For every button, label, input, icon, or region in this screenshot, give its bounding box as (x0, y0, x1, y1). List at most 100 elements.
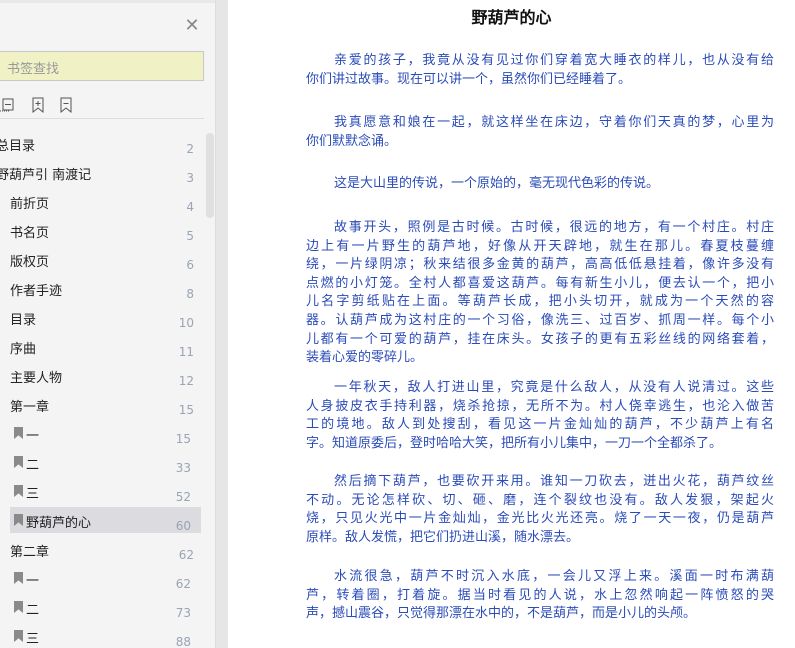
document-page: 野葫芦的心 亲爱的孩子，我竟从没有见过你们穿着宽大睡衣的样儿，也从没有给你们讲过… (228, 0, 795, 648)
bookmark-label: 一 (26, 574, 40, 589)
bookmark-label: 总目录 (0, 139, 36, 154)
bookmark-icon (14, 427, 23, 439)
bookmark-icon (14, 601, 23, 613)
text-line: 我真愿意和娘在一起，就这样坐在床边，守着你们天真的梦，心里为 (334, 115, 774, 130)
divider (0, 0, 215, 3)
bookmark-page-number: 52 (175, 490, 191, 504)
bookmark-item[interactable]: 序曲 11 (0, 333, 204, 359)
bookmark-label: 书名页 (10, 226, 50, 241)
bookmark-label: 一 (26, 429, 40, 444)
paragraph: 水流很急，葫芦不时沉入水底，一会儿又浮上来。溪面一时布满葫芦，转着圈，打着旋。据… (306, 568, 774, 624)
bookmark-item[interactable]: 主要人物 12 (0, 362, 204, 388)
bookmark-page-number: 10 (178, 316, 194, 330)
bookmark-label: 第二章 (10, 545, 50, 560)
bookmark-item[interactable]: 第二章 62 (0, 536, 204, 562)
bookmark-page-number: 12 (178, 374, 194, 388)
bookmark-item[interactable]: 作者手迹 8 (0, 275, 204, 301)
bookmark-label: 序曲 (10, 342, 37, 357)
bookmark-item[interactable]: 一 62 (10, 565, 201, 591)
text-line: 不动。无论怎样砍、切、砸、磨，连个裂纹也没有。敌人发狠，架起火 (306, 492, 774, 508)
text-line: 芦，转着圈，打着旋。据当时看见的人说，水上忽然响起一阵愤怒的哭 (306, 587, 774, 603)
page-title: 野葫芦的心 (471, 8, 552, 27)
add-bookmark-icon[interactable] (31, 97, 45, 113)
paragraph: 亲爱的孩子，我竟从没有见过你们穿着宽大睡衣的样儿，也从没有给你们讲过故事。现在可… (306, 52, 774, 89)
bookmark-page-number: 2 (186, 142, 194, 156)
bookmark-page-number: 62 (175, 577, 191, 591)
bookmark-page-number: 11 (178, 345, 194, 359)
bookmark-page-number: 62 (178, 548, 194, 562)
bookmark-label: 二 (26, 458, 40, 473)
text-line: 边上有一片野生的葫芦地，好像从开天辟地，就生在那儿。春夏枝蔓缠 (306, 238, 774, 254)
bookmark-item[interactable]: 二 33 (10, 449, 201, 475)
bookmark-label: 第一章 (10, 400, 50, 415)
bookmark-item[interactable]: 一 15 (10, 420, 201, 446)
bookmark-page-number: 15 (178, 403, 194, 417)
bookmark-search-input[interactable]: 书签查找 (0, 51, 204, 81)
bookmark-item[interactable]: 书名页 5 (0, 217, 204, 243)
bookmark-page-number: 5 (186, 229, 194, 243)
bookmark-item[interactable]: 第一章 15 (0, 391, 204, 417)
bookmark-icon (14, 630, 23, 642)
bookmark-label: 主要人物 (10, 371, 63, 386)
bookmark-item[interactable]: 三 88 (10, 623, 201, 648)
text-line: 水流很急，葫芦不时沉入水底，一会儿又浮上来。溪面一时布满葫 (334, 569, 774, 584)
bookmark-icon (14, 456, 23, 468)
bookmark-label: 目录 (10, 313, 37, 328)
text-line: 原样。敌人发慌，把它们扔进山溪，随水漂去。 (306, 529, 580, 545)
bookmark-page-number: 4 (186, 200, 194, 214)
bookmark-label: 野葫芦的心 (26, 516, 92, 531)
bookmark-label: 前折页 (10, 197, 50, 212)
close-icon[interactable]: ✕ (184, 17, 200, 35)
bookmark-toolbar (0, 95, 204, 119)
text-line: 一年秋天，敌人打进山里，究竟是什么敌人，从没有人说清过。这些 (334, 380, 774, 395)
bookmark-page-number: 3 (186, 171, 194, 185)
text-line: 装着心爱的零碎儿。 (306, 350, 424, 366)
bookmark-label: 三 (26, 632, 40, 647)
sidebar-scrollbar[interactable] (206, 133, 214, 218)
text-line: 器。认葫芦成为这村庄的一个习俗，像洗三、过百岁、抓周一样。每个小 (306, 312, 774, 328)
text-line: 你们讲过故事。现在可以讲一个，虽然你们已经睡着了。 (306, 71, 632, 87)
collapse-all-icon[interactable] (0, 97, 14, 113)
bookmark-item[interactable]: 目录 10 (0, 304, 204, 330)
bookmark-label: 野葫芦引 南渡记 (0, 168, 92, 183)
bookmark-page-number: 6 (186, 258, 194, 272)
bookmark-icon (14, 514, 23, 526)
text-line: 你们默默念诵。 (306, 133, 398, 149)
bookmark-item[interactable]: 二 73 (10, 594, 201, 620)
text-line: 工的境地。敌人到处搜刮，看见这一片金灿灿的葫芦，不少葫芦上有名 (306, 417, 774, 433)
text-line: 然后摘下葫芦，也要砍开来用。谁知一刀砍去，迸出火花，葫芦纹丝 (334, 474, 774, 489)
bookmark-icon (14, 572, 23, 584)
bookmark-item[interactable]: 前折页 4 (0, 188, 204, 214)
bookmark-item[interactable]: 野葫芦引 南渡记 3 (0, 159, 204, 185)
text-line: 烧，只见火光中一片金灿灿，金光比火光还亮。烧了一天一夜，仍是葫芦 (306, 511, 774, 527)
text-line: 儿名字剪纸贴在上面。等葫芦长成，把小头切开，就成为一个天然的容 (306, 294, 774, 310)
bookmark-page-number: 88 (175, 635, 191, 648)
paragraph: 我真愿意和娘在一起，就这样坐在床边，守着你们天真的梦，心里为你们默默念诵。 (306, 114, 774, 151)
remove-bookmark-icon[interactable] (59, 97, 73, 113)
text-line: 亲爱的孩子，我竟从没有见过你们穿着宽大睡衣的样儿，也从没有给 (334, 53, 774, 68)
bookmark-sidebar: ✕ 书签查找 总目录 2 野葫芦引 南渡记 3 前折页 4 书名页 5 版权页 6 作者手迹 8 目录 1… (0, 0, 216, 648)
text-line: 字。知道原委后，登时哈哈大笑，把所有小儿集中，一刀一个全都杀了。 (306, 435, 723, 451)
paragraph: 然后摘下葫芦，也要砍开来用。谁知一刀砍去，迸出火花，葫芦纹丝不动。无论怎样砍、切… (306, 473, 774, 547)
paragraph: 一年秋天，敌人打进山里，究竟是什么敌人，从没有人说清过。这些人身披皮衣手持利器，… (306, 379, 774, 453)
bookmark-label: 版权页 (10, 255, 50, 270)
text-line: 绕，一片绿阴凉；秋来结很多金黄的葫芦，高高低低悬挂着，像许多没有 (306, 257, 774, 273)
bookmark-page-number: 15 (175, 432, 191, 446)
bookmark-page-number: 8 (186, 287, 194, 301)
text-line: 声，撼山震谷，只觉得那漂在水中的，不是葫芦，而是小儿的头颅。 (306, 606, 697, 622)
text-line: 故事开头，照例是古时候。古时候，很远的地方，有一个村庄。村庄 (334, 220, 774, 235)
bookmark-item[interactable]: 三 52 (10, 478, 201, 504)
bookmark-item[interactable]: 版权页 6 (0, 246, 204, 272)
text-line: 这是大山里的传说，一个原始的，毫无现代色彩的传说。 (334, 176, 660, 191)
text-line: 人身披皮衣手持利器，烧杀抢掠，无所不为。村人侥幸逃生，也沦入做苦 (306, 398, 774, 414)
bookmark-page-number: 60 (175, 519, 191, 533)
bookmark-item[interactable]: 野葫芦的心 60 (10, 507, 201, 533)
bookmark-label: 作者手迹 (10, 284, 63, 299)
bookmark-page-number: 73 (175, 606, 191, 620)
paragraph: 故事开头，照例是古时候。古时候，很远的地方，有一个村庄。村庄边上有一片野生的葫芦… (306, 219, 774, 368)
bookmark-item[interactable]: 总目录 2 (0, 130, 204, 156)
text-line: 点燃的小灯笼。全村人都喜爱这葫芦。每有新生小儿，便去认一个，把小 (306, 275, 774, 291)
bookmark-icon (14, 485, 23, 497)
bookmark-label: 二 (26, 603, 40, 618)
bookmark-label: 三 (26, 487, 40, 502)
